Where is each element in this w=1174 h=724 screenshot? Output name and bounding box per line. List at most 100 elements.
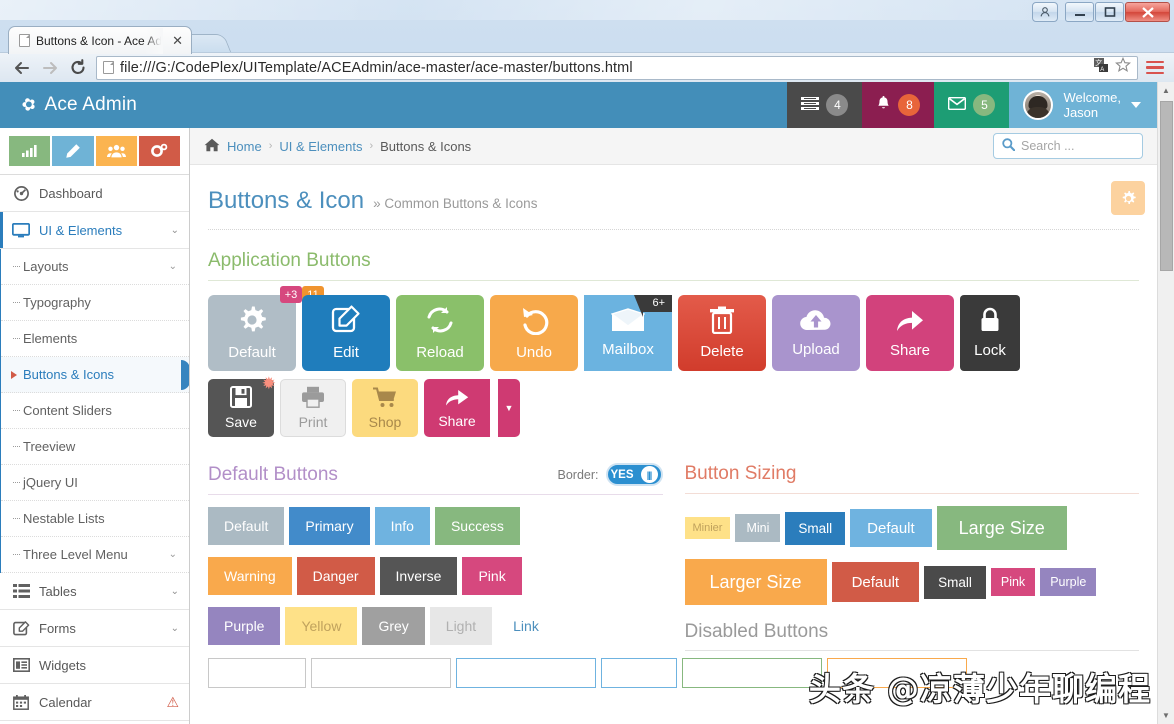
- window-maximize-button[interactable]: [1095, 2, 1124, 22]
- sidebar-item-dashboard[interactable]: Dashboard: [0, 175, 189, 212]
- sidebar-item-widgets[interactable]: Widgets: [0, 647, 189, 684]
- button-link[interactable]: Link: [497, 607, 555, 645]
- translate-icon[interactable]: 文A: [1094, 57, 1109, 78]
- sidebar-subitem-nestable-lists[interactable]: Nestable Lists: [1, 501, 189, 537]
- share-dropdown-toggle[interactable]: ▼: [498, 379, 520, 437]
- navbar-notifications[interactable]: 8: [862, 82, 935, 128]
- button-purple[interactable]: Purple: [208, 607, 281, 645]
- button-pink[interactable]: Pink: [462, 557, 522, 595]
- bookmark-star-icon[interactable]: [1115, 56, 1131, 78]
- reload-button[interactable]: [64, 56, 92, 80]
- app-button-save[interactable]: ✹ Save: [208, 375, 276, 437]
- search-input[interactable]: Search ...: [993, 133, 1143, 159]
- button-warning[interactable]: Warning: [208, 557, 292, 595]
- navbar-spacer: [190, 82, 787, 128]
- sidebar-item-calendar[interactable]: Calendar ⚠: [0, 684, 189, 721]
- outline-button[interactable]: [311, 658, 451, 688]
- home-icon[interactable]: [204, 138, 220, 155]
- sidebar-subitem-treeview[interactable]: Treeview: [1, 429, 189, 465]
- sidebar-item-forms[interactable]: Forms ⌄: [0, 610, 189, 647]
- app-button-share-split[interactable]: Share: [424, 379, 490, 437]
- outline-button[interactable]: [456, 658, 596, 688]
- app-navbar: ✿ Ace Admin 4 8 5 Welcome, Jason: [0, 82, 1157, 128]
- brand-logo[interactable]: ✿ Ace Admin: [0, 82, 190, 128]
- sidebar-subitem-label: Three Level Menu: [23, 547, 128, 562]
- app-button-shop[interactable]: Shop: [352, 379, 418, 437]
- shortcut-settings-button[interactable]: [138, 136, 180, 166]
- settings-gear-button[interactable]: [1111, 181, 1145, 215]
- app-button-upload[interactable]: Upload: [772, 295, 860, 371]
- button-grey[interactable]: Grey: [362, 607, 425, 645]
- app-button-default[interactable]: +3 11 Default: [208, 286, 324, 371]
- app-button-lock[interactable]: Lock: [960, 295, 1020, 371]
- button-purple-size[interactable]: Purple: [1040, 568, 1097, 596]
- app-button-edit[interactable]: Edit: [302, 295, 390, 371]
- button-light[interactable]: Light: [429, 607, 493, 645]
- app-button-mailbox[interactable]: 6+ Mailbox: [584, 295, 672, 371]
- sidebar-subitem-typography[interactable]: Typography: [1, 285, 189, 321]
- breadcrumb-ui-elements[interactable]: UI & Elements: [279, 139, 362, 154]
- sidebar-subitem-buttons-icons[interactable]: Buttons & Icons: [1, 357, 189, 393]
- window-user-button[interactable]: [1032, 2, 1058, 22]
- scroll-down-arrow[interactable]: ▼: [1157, 707, 1174, 724]
- address-bar[interactable]: file:///G:/CodePlex/UITemplate/ACEAdmin/…: [96, 55, 1138, 80]
- sidebar-item-ui-elements[interactable]: UI & Elements ⌄: [0, 212, 189, 249]
- button-default-size-2[interactable]: Default: [831, 562, 920, 602]
- sidebar-subitem-three-level-menu[interactable]: Three Level Menu ⌄: [1, 537, 189, 573]
- app-button-label: Mailbox: [602, 341, 654, 358]
- button-danger[interactable]: Danger: [296, 557, 375, 595]
- window-close-button[interactable]: [1125, 2, 1170, 22]
- button-minier[interactable]: Minier: [684, 517, 731, 539]
- back-button[interactable]: [8, 56, 36, 80]
- button-mini[interactable]: Mini: [735, 514, 781, 542]
- section-application-buttons: Application Buttons +3 11: [208, 250, 1139, 437]
- scrollbar-thumb[interactable]: [1159, 101, 1173, 271]
- navbar-user-menu[interactable]: Welcome, Jason: [1009, 82, 1157, 128]
- sidebar-item-tables[interactable]: Tables ⌄: [0, 573, 189, 610]
- browser-menu-button[interactable]: [1144, 57, 1166, 79]
- browser-tab-active[interactable]: Buttons & Icon - Ace Ad ✕: [8, 26, 192, 54]
- scroll-up-arrow[interactable]: ▲: [1157, 82, 1174, 99]
- button-success[interactable]: Success: [434, 507, 520, 545]
- sidebar-subitem-elements[interactable]: Elements: [1, 321, 189, 357]
- button-default-size[interactable]: Default: [850, 509, 932, 547]
- button-small[interactable]: Small: [785, 511, 846, 545]
- navbar-tasks[interactable]: 4: [787, 82, 863, 128]
- window-minimize-button[interactable]: [1065, 2, 1094, 22]
- button-primary[interactable]: Primary: [289, 507, 370, 545]
- app-button-delete[interactable]: Delete: [678, 295, 766, 371]
- app-button-share[interactable]: Share: [866, 295, 954, 371]
- button-inverse[interactable]: Inverse: [379, 557, 458, 595]
- star-badge-icon: ✹: [261, 374, 276, 393]
- outline-button[interactable]: [601, 658, 677, 688]
- outline-button[interactable]: [682, 658, 822, 688]
- app-button-reload[interactable]: Reload: [396, 295, 484, 371]
- warning-icon: ⚠: [166, 693, 179, 710]
- shortcut-chart-button[interactable]: [9, 136, 51, 166]
- app-button-print[interactable]: Print: [280, 379, 346, 437]
- button-yellow[interactable]: Yellow: [285, 607, 358, 645]
- button-large-size[interactable]: Large Size: [936, 506, 1067, 550]
- chevron-down-icon: [1131, 102, 1141, 108]
- sidebar-subitem-layouts[interactable]: Layouts ⌄: [1, 249, 189, 285]
- button-default[interactable]: Default: [208, 507, 285, 545]
- sidebar-subitem-content-sliders[interactable]: Content Sliders: [1, 393, 189, 429]
- button-small-2[interactable]: Small: [924, 565, 986, 599]
- breadcrumb-home[interactable]: Home: [227, 139, 262, 154]
- tab-close-icon[interactable]: ✕: [168, 33, 183, 49]
- sidebar-subitem-jquery-ui[interactable]: jQuery UI: [1, 465, 189, 501]
- shortcut-edit-button[interactable]: [52, 136, 94, 166]
- button-pink-size[interactable]: Pink: [990, 568, 1036, 596]
- leaf-icon: ✿: [19, 93, 40, 116]
- section-title: Button Sizing: [684, 463, 797, 484]
- button-larger-size[interactable]: Larger Size: [684, 559, 827, 605]
- forward-button[interactable]: [36, 56, 64, 80]
- outline-button[interactable]: [208, 658, 306, 688]
- navbar-messages[interactable]: 5: [934, 82, 1010, 128]
- vertical-scrollbar[interactable]: ▲ ▼: [1157, 82, 1174, 724]
- app-button-undo[interactable]: Undo: [490, 295, 578, 371]
- button-info[interactable]: Info: [374, 507, 430, 545]
- border-toggle[interactable]: YES |||: [605, 463, 663, 486]
- ribbon-badge: 6+: [634, 295, 672, 317]
- shortcut-users-button[interactable]: [95, 136, 137, 166]
